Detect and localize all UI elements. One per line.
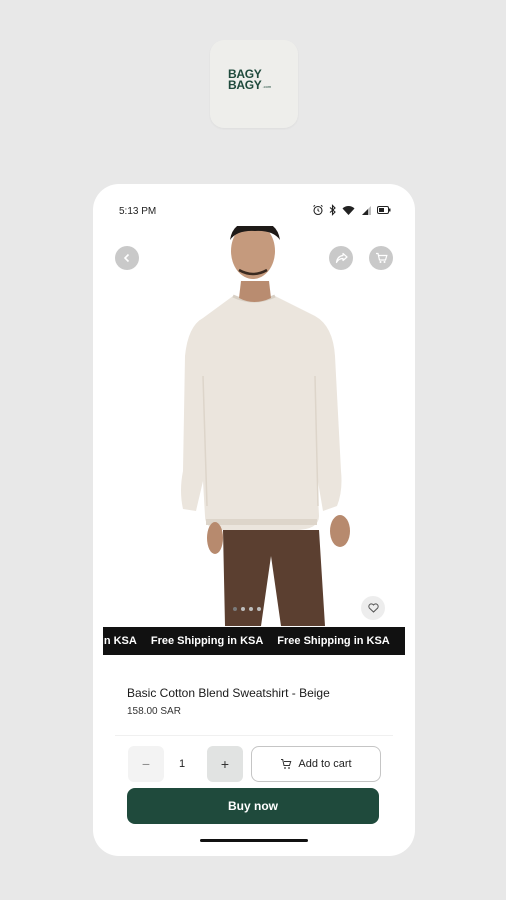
back-button[interactable] xyxy=(115,246,139,270)
add-to-cart-button[interactable]: Add to cart xyxy=(251,746,381,782)
marquee-item: Free Shipping in KSA xyxy=(277,635,390,647)
product-title: Basic Cotton Blend Sweatshirt - Beige xyxy=(127,686,330,700)
divider xyxy=(115,735,393,736)
quantity-value: 1 xyxy=(179,758,186,770)
battery-icon xyxy=(377,206,391,214)
product-image-gallery[interactable] xyxy=(93,226,415,626)
product-photo xyxy=(181,226,350,626)
buy-now-label: Buy now xyxy=(228,799,278,813)
share-button[interactable] xyxy=(329,246,353,270)
shipping-marquee: g in KSA Free Shipping in KSA Free Shipp… xyxy=(103,627,405,655)
signal-icon xyxy=(362,205,371,215)
cart-icon xyxy=(375,252,388,263)
image-pagination[interactable] xyxy=(233,607,261,611)
pagination-dot[interactable] xyxy=(249,607,253,611)
phone-frame: 5:13 PM n KSA Free Shipping in KSA Free … xyxy=(93,184,415,856)
quantity-increase-button[interactable]: + xyxy=(207,746,243,782)
share-icon xyxy=(335,252,348,264)
wishlist-button[interactable] xyxy=(361,596,385,620)
bluetooth-icon xyxy=(329,204,336,216)
marquee-item: Free Shipping in KSA xyxy=(150,635,264,647)
buy-now-button[interactable]: Buy now xyxy=(127,788,379,824)
status-bar: 5:13 PM xyxy=(93,184,415,218)
status-icons xyxy=(312,204,391,216)
add-to-cart-label: Add to cart xyxy=(298,758,352,770)
cart-button[interactable] xyxy=(369,246,393,270)
marquee-track: g in KSA Free Shipping in KSA Free Shipp… xyxy=(103,635,390,647)
bagy-logo: BAGY BAGY.com xyxy=(228,68,272,92)
logo-line-2: BAGY.com xyxy=(228,78,272,92)
wifi-icon xyxy=(342,205,355,215)
pagination-dot[interactable] xyxy=(241,607,245,611)
status-time: 5:13 PM xyxy=(119,206,157,217)
product-price: 158.00 SAR xyxy=(127,706,181,717)
marquee-item: g in KSA xyxy=(103,635,137,647)
chevron-left-icon xyxy=(123,253,130,263)
app-icon-tile: BAGY BAGY.com xyxy=(210,40,298,128)
pagination-dot[interactable] xyxy=(233,607,237,611)
heart-icon xyxy=(367,603,379,613)
quantity-decrease-button[interactable]: − xyxy=(128,746,164,782)
cart-plus-icon xyxy=(281,759,292,769)
pagination-dot[interactable] xyxy=(257,607,261,611)
home-indicator[interactable] xyxy=(200,839,308,842)
product-info: Basic Cotton Blend Sweatshirt - Beige 15… xyxy=(115,668,393,728)
alarm-icon xyxy=(313,204,323,216)
logo-suffix: .com xyxy=(262,84,272,89)
